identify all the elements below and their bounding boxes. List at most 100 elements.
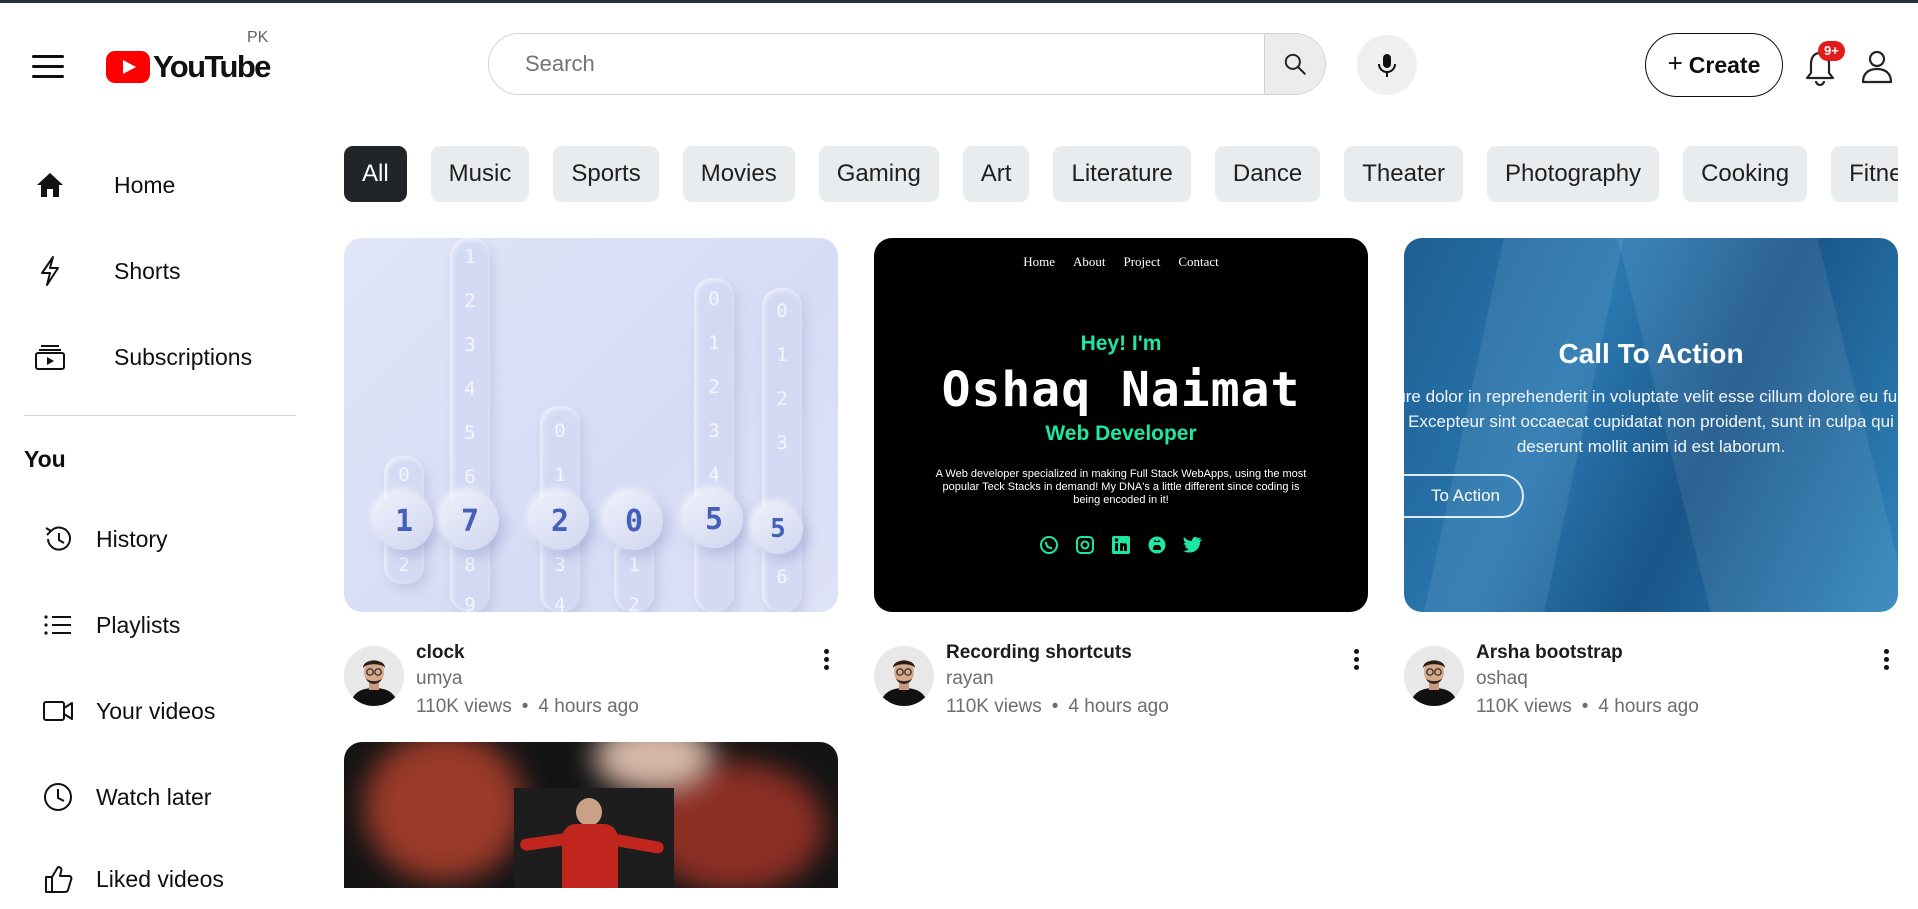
portfolio-nav-item: About	[1073, 254, 1106, 269]
sidebar-item-label: Home	[114, 171, 176, 198]
video-thumbnail[interactable]: 0 2 1 2 3 4 5 6 8 9 0 1 3 4 1 2 0 1 2 3 …	[344, 238, 838, 612]
sidebar-item-liked-videos[interactable]: Liked videos	[38, 849, 300, 909]
video-title[interactable]: Arsha bootstrap	[1476, 642, 1623, 664]
chip-dance[interactable]: Dance	[1214, 146, 1321, 202]
chip-theater[interactable]: Theater	[1344, 146, 1463, 202]
masthead: YouTube PK + Create 9+	[0, 3, 1918, 123]
video-thumbnail[interactable]: Call To Action rure dolor in reprehender…	[1404, 238, 1898, 612]
linkedin-icon	[1110, 534, 1132, 556]
channel-avatar[interactable]	[1404, 646, 1464, 706]
search-input[interactable]	[525, 34, 1225, 94]
youtube-logo[interactable]: YouTube	[106, 47, 271, 87]
sidebar-item-history[interactable]: History	[38, 509, 300, 569]
notifications-badge: 9+	[1818, 41, 1845, 61]
clock-digit: 1	[375, 492, 433, 550]
portfolio-role: Web Developer	[1045, 422, 1197, 445]
ghost-digit: 3	[464, 334, 476, 356]
voice-search-button[interactable]	[1357, 35, 1417, 95]
sidebar-item-your-videos[interactable]: Your videos	[38, 681, 300, 741]
history-icon	[38, 519, 78, 559]
ghost-digit: 0	[776, 300, 788, 322]
ghost-digit: 2	[398, 554, 410, 576]
video-card	[344, 742, 838, 888]
view-count: 110K views	[946, 696, 1042, 717]
more-options-icon[interactable]	[816, 646, 836, 676]
sidebar-item-label: Shorts	[114, 257, 181, 284]
microphone-icon	[1378, 54, 1396, 77]
social-icons	[874, 534, 1368, 556]
video-stats: 110K views • 4 hours ago	[416, 696, 639, 718]
channel-name[interactable]: rayan	[946, 668, 994, 690]
chip-art[interactable]: Art	[962, 146, 1030, 202]
chip-all[interactable]: All	[344, 146, 407, 202]
chip-movies[interactable]: Movies	[682, 146, 795, 202]
view-count: 110K views	[416, 696, 512, 717]
channel-avatar[interactable]	[874, 646, 934, 706]
portfolio-nav-item: Home	[1023, 254, 1055, 269]
video-card: 0 2 1 2 3 4 5 6 8 9 0 1 3 4 1 2 0 1 2 3 …	[344, 238, 838, 728]
upload-age: 4 hours ago	[1598, 696, 1699, 717]
thumbs-up-icon	[38, 859, 78, 899]
create-button[interactable]: + Create	[1645, 33, 1783, 97]
sidebar-item-home[interactable]: Home	[30, 155, 292, 215]
search-icon	[1284, 53, 1306, 75]
chip-literature[interactable]: Literature	[1053, 146, 1191, 202]
clock-digit: 0	[605, 492, 663, 550]
video-meta: clock umya 110K views • 4 hours ago	[344, 638, 838, 728]
sidebar-item-watch-later[interactable]: Watch later	[38, 767, 300, 827]
ghost-digit: 6	[464, 466, 476, 488]
ghost-digit: 2	[708, 376, 720, 398]
clock-digit: 5	[753, 504, 803, 554]
view-count: 110K views	[1476, 696, 1572, 717]
channel-name[interactable]: umya	[416, 668, 462, 690]
video-meta: Arsha bootstrap oshaq 110K views • 4 hours…	[1404, 638, 1898, 728]
ghost-digit: 9	[464, 594, 476, 612]
video-stats: 110K views • 4 hours ago	[946, 696, 1169, 718]
home-icon	[30, 165, 70, 205]
channel-name[interactable]: oshaq	[1476, 668, 1528, 690]
ghost-digit: 1	[776, 344, 788, 366]
cta-title: Call To Action	[1558, 338, 1744, 369]
playlists-icon	[38, 605, 78, 645]
video-title[interactable]: clock	[416, 642, 465, 664]
sidebar-item-subscriptions[interactable]: Subscriptions	[30, 327, 292, 387]
user-account-icon[interactable]	[1859, 47, 1899, 87]
video-stats: 110K views • 4 hours ago	[1476, 696, 1699, 718]
ghost-digit: 4	[554, 594, 566, 612]
ghost-digit: 0	[708, 288, 720, 310]
separator-dot: •	[521, 696, 529, 717]
video-title[interactable]: Recording shortcuts	[946, 642, 1132, 664]
ghost-digit: 1	[708, 332, 720, 354]
search-bar	[488, 33, 1326, 95]
more-options-icon[interactable]	[1346, 646, 1366, 676]
sidebar-divider	[24, 415, 296, 416]
your-videos-icon	[38, 691, 78, 731]
subscriptions-icon	[30, 337, 70, 377]
plus-icon: +	[1667, 48, 1683, 78]
video-meta: Recording shortcuts rayan 110K views • 4 h…	[874, 638, 1368, 728]
ghost-digit: 4	[708, 464, 720, 486]
chip-music[interactable]: Music	[430, 146, 530, 202]
upload-age: 4 hours ago	[1068, 696, 1169, 717]
channel-avatar[interactable]	[344, 646, 404, 706]
more-options-icon[interactable]	[1876, 646, 1896, 676]
sidebar-item-label: Watch later	[96, 783, 212, 810]
sidebar: Home Shorts Subscriptions You History Pl…	[0, 123, 300, 893]
search-button[interactable]	[1264, 34, 1325, 94]
sidebar-item-label: Subscriptions	[114, 343, 253, 370]
video-thumbnail[interactable]	[344, 742, 838, 888]
clock-digit: 7	[441, 492, 499, 550]
chip-gaming[interactable]: Gaming	[818, 146, 939, 202]
sidebar-item-playlists[interactable]: Playlists	[38, 595, 300, 655]
chip-sports[interactable]: Sports	[553, 146, 659, 202]
sidebar-item-shorts[interactable]: Shorts	[30, 241, 292, 301]
ghost-digit: 2	[628, 594, 640, 612]
category-chips-bar: All Music Sports Movies Gaming Art Literature D…	[344, 146, 1898, 202]
video-thumbnail[interactable]: Home About Project Contact Hey! I'm Oshaq N…	[874, 238, 1368, 612]
chip-fitness[interactable]: Fitness	[1831, 146, 1898, 202]
hamburger-menu-icon[interactable]	[28, 47, 68, 87]
chip-cooking[interactable]: Cooking	[1683, 146, 1808, 202]
portfolio-nav: Home About Project Contact	[874, 254, 1368, 270]
instagram-icon	[1074, 534, 1096, 556]
chip-photography[interactable]: Photography	[1486, 146, 1660, 202]
